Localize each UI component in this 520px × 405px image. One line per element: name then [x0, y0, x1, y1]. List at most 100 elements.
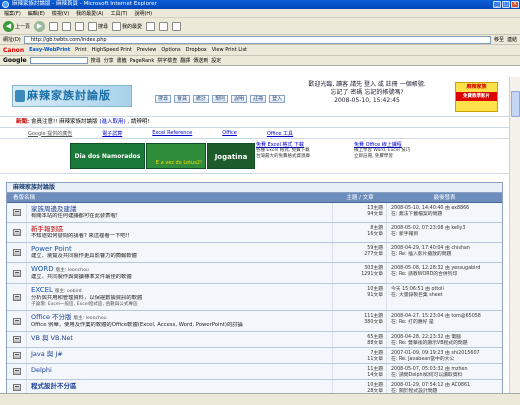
easy-webprint-menu[interactable]: Easy-WebPrint: [29, 47, 70, 53]
banner-3[interactable]: Jogatina: [207, 143, 255, 169]
google-link-4[interactable]: Office 工具: [267, 130, 293, 137]
google-pagerank[interactable]: PageRank: [130, 58, 155, 64]
minimize-button[interactable]: _: [493, 1, 501, 8]
back-arrow-icon: ◀: [3, 20, 14, 32]
menu-tools[interactable]: 工具(T): [111, 10, 128, 17]
search-button[interactable]: 搜尋: [88, 21, 108, 31]
forum-row[interactable]: 新手報到區 不知道如何發問的請看? 來這裡看一下吧!! 8主題 16文章 2008-05…: [7, 223, 502, 243]
mail-icon[interactable]: [159, 21, 169, 31]
canon-printlist-button[interactable]: View Print List: [212, 47, 247, 53]
address-input[interactable]: http://gb.twbts.com/index.php: [23, 35, 491, 44]
vertical-scrollbar[interactable]: [509, 77, 520, 393]
nav-members[interactable]: 會員: [174, 95, 191, 103]
menu-help[interactable]: 說明(H): [134, 10, 152, 17]
forum-last-post[interactable]: 今天 15:06:51 由 ottoli 在: 大量錄製巨集 sheet: [387, 284, 502, 310]
forum-row[interactable]: Delphi 11主題 14文章 2008-05-07, 05:03:32 由 mzh…: [7, 364, 502, 380]
canon-print-button[interactable]: Print: [75, 47, 87, 53]
google-link-1[interactable]: 電子試算: [102, 130, 122, 137]
forum-name-link[interactable]: WORD: [31, 265, 54, 273]
back-button[interactable]: ◀ 上一頁: [3, 20, 30, 32]
forum-name-link[interactable]: Power Point: [31, 245, 72, 253]
forum-name-link[interactable]: 新手報到區: [31, 225, 64, 233]
news-link[interactable]: (進入取用): [99, 119, 125, 125]
text-ad-1[interactable]: 免費 Excel 格式 下載 各種 Excel 格式, 免費下載 台灣最大的免費…: [256, 142, 346, 160]
favorites-button[interactable]: 我的最愛: [112, 21, 142, 31]
refresh-icon[interactable]: [62, 21, 72, 31]
print-icon[interactable]: [172, 21, 182, 31]
menu-favorites[interactable]: 我的最愛(A): [76, 10, 103, 17]
forum-last-post[interactable]: 2008-05-07, 05:03:32 由 mzhen 在: 請問Delphi如…: [387, 364, 502, 379]
ie-icon: [2, 1, 9, 8]
nav-help[interactable]: 說明: [231, 95, 248, 103]
google-share-button[interactable]: 分享: [104, 57, 114, 64]
forum-name-link[interactable]: EXCEL: [31, 286, 53, 294]
forum-name-link[interactable]: Office 不分版: [31, 313, 72, 321]
canon-preview-button[interactable]: Preview: [137, 47, 156, 53]
folder-icon: [12, 384, 21, 391]
forum-row[interactable]: EXCEL 版主: oobird 分析與共用和管理資料，以保證數據資訊的軟體 子論壇…: [7, 284, 502, 311]
google-search-input[interactable]: [29, 57, 88, 64]
history-icon[interactable]: [146, 21, 156, 31]
nav-search[interactable]: 搜尋: [155, 95, 172, 103]
forum-row[interactable]: VB 與 VB.Net 65主題 88文章 2008-04-28, 22:23:32 …: [7, 332, 502, 348]
canon-highspeed-button[interactable]: HighSpeed Print: [92, 47, 132, 53]
forum-last-post[interactable]: 2008-04-27, 15:23:04 由 tom@65058 在: Re: 打…: [387, 311, 502, 331]
site-logo[interactable]: 麻辣家族討論版: [12, 85, 132, 107]
banner-1[interactable]: Dia dos Namorados: [70, 143, 145, 169]
text-ad-2[interactable]: 免費 Office 線上課程 線上學習 Word, Excel 技巧 立即註冊,…: [354, 142, 444, 160]
forum-name-link[interactable]: 程式設計不分區: [31, 382, 77, 390]
nav-login[interactable]: 登入: [269, 95, 286, 103]
forward-button[interactable]: ▶: [34, 20, 46, 32]
news-text: 會員注意!! 麻辣家族討論版: [30, 119, 98, 125]
forum-last-post[interactable]: 2008-05-02, 07:23:08 由 kelly3 在: 新手報到: [387, 223, 502, 242]
maximize-button[interactable]: □: [502, 1, 510, 8]
forum-row[interactable]: WORD 版主: leonchou 建立、共同製作與閱讀標準文件最佳的軟體 303主…: [7, 263, 502, 284]
menu-edit[interactable]: 編輯(E): [28, 10, 45, 17]
canon-options-button[interactable]: Options: [161, 47, 180, 53]
forum-last-post[interactable]: 2008-05-08, 12:28:32 由 yessugabird 在: Re:…: [387, 263, 502, 283]
forum-name-link[interactable]: Delphi: [31, 366, 52, 374]
menu-view[interactable]: 檢視(V): [52, 10, 69, 17]
go-button[interactable]: 移至: [494, 36, 504, 43]
search-icon: [88, 21, 98, 31]
canon-logo: Canon: [3, 46, 25, 54]
links-label[interactable]: 連結: [507, 36, 517, 43]
forum-last-post[interactable]: 2008-01-29, 07:54:12 由 AC0861 在: 關於程式設計問題: [387, 380, 502, 393]
forum-row[interactable]: Power Point 建立、瀏覽及共同製作更具影響力的簡報軟體 59主題 277文章…: [7, 243, 502, 263]
welcome-line2[interactable]: 忘記了 密碼 忘記的帳號嗎?: [292, 89, 442, 97]
forum-last-post[interactable]: 2007-01-09, 09:19:23 由 shi2015607 在: Re: …: [387, 348, 502, 363]
forum-row[interactable]: 家族周邊及建議 有關本站的任何建議都可在此發表喔! 13主題 94文章 2008-05-…: [7, 203, 502, 223]
close-button[interactable]: ×: [511, 1, 519, 8]
forum-subforums[interactable]: 子論壇: Excel一般區, Excel程式區, 函數與公式專區: [31, 302, 328, 308]
google-translate-button[interactable]: 翻譯: [180, 57, 190, 64]
forum-last-post[interactable]: 2008-05-10, 14:40:40 由 ex8866 在: 無法下載檔案的問…: [387, 203, 502, 222]
google-sendto-button[interactable]: 傳送到: [193, 57, 208, 64]
forum-name-link[interactable]: VB 與 VB.Net: [31, 334, 73, 342]
google-bookmarks-button[interactable]: 書籤: [117, 57, 127, 64]
nav-register[interactable]: 註冊: [250, 95, 267, 103]
datetime: 2008-05-10, 15:42:45: [334, 97, 400, 104]
google-spellcheck-button[interactable]: 拼字檢查: [157, 57, 177, 64]
top-ad-banner[interactable]: 麻辣家族 免費教學影片: [455, 82, 498, 112]
welcome-box: 歡迎光臨, 讀客 請先 登入 或 註冊 一個帳號. 忘記了 密碼 忘記的帳號嗎?…: [292, 81, 442, 105]
menu-file[interactable]: 檔案(F): [4, 10, 21, 17]
stop-icon[interactable]: [49, 21, 59, 31]
google-link-3[interactable]: Office: [222, 130, 237, 136]
scroll-thumb[interactable]: [511, 91, 520, 117]
nav-stats[interactable]: 統計: [193, 95, 210, 103]
google-settings-button[interactable]: 設定: [211, 57, 221, 64]
forum-name-link[interactable]: Java 與 J#: [31, 350, 63, 358]
forum-name-link[interactable]: 家族周邊及建議: [31, 205, 77, 213]
forum-row[interactable]: Office 不分版 版主: leonchou Office 例舉，使用及作業的軟…: [7, 311, 502, 332]
forum-row[interactable]: 程式設計不分區 10主題 28文章 2008-01-29, 07:54:12 由 AC…: [7, 380, 502, 393]
banner-2[interactable]: E a vez do Lotus2!: [146, 143, 206, 169]
nav-rules[interactable]: 規則: [212, 95, 229, 103]
folder-icon: [12, 352, 21, 359]
home-icon[interactable]: [75, 21, 85, 31]
google-link-2[interactable]: Excel Reference: [152, 130, 192, 136]
canon-dropbox-button[interactable]: Dropbox: [186, 47, 207, 53]
google-search-button[interactable]: 搜尋: [91, 57, 101, 64]
forum-row[interactable]: Java 與 J# 7主題 11文章 2007-01-09, 09:19:23 由 s…: [7, 348, 502, 364]
forum-last-post[interactable]: 2008-04-29, 17:40:04 由 chishan 在: Re: 插入影…: [387, 243, 502, 262]
forum-last-post[interactable]: 2008-04-28, 22:23:32 由 電腦 在: Re: 雙擊後的顯示VB…: [387, 332, 502, 347]
